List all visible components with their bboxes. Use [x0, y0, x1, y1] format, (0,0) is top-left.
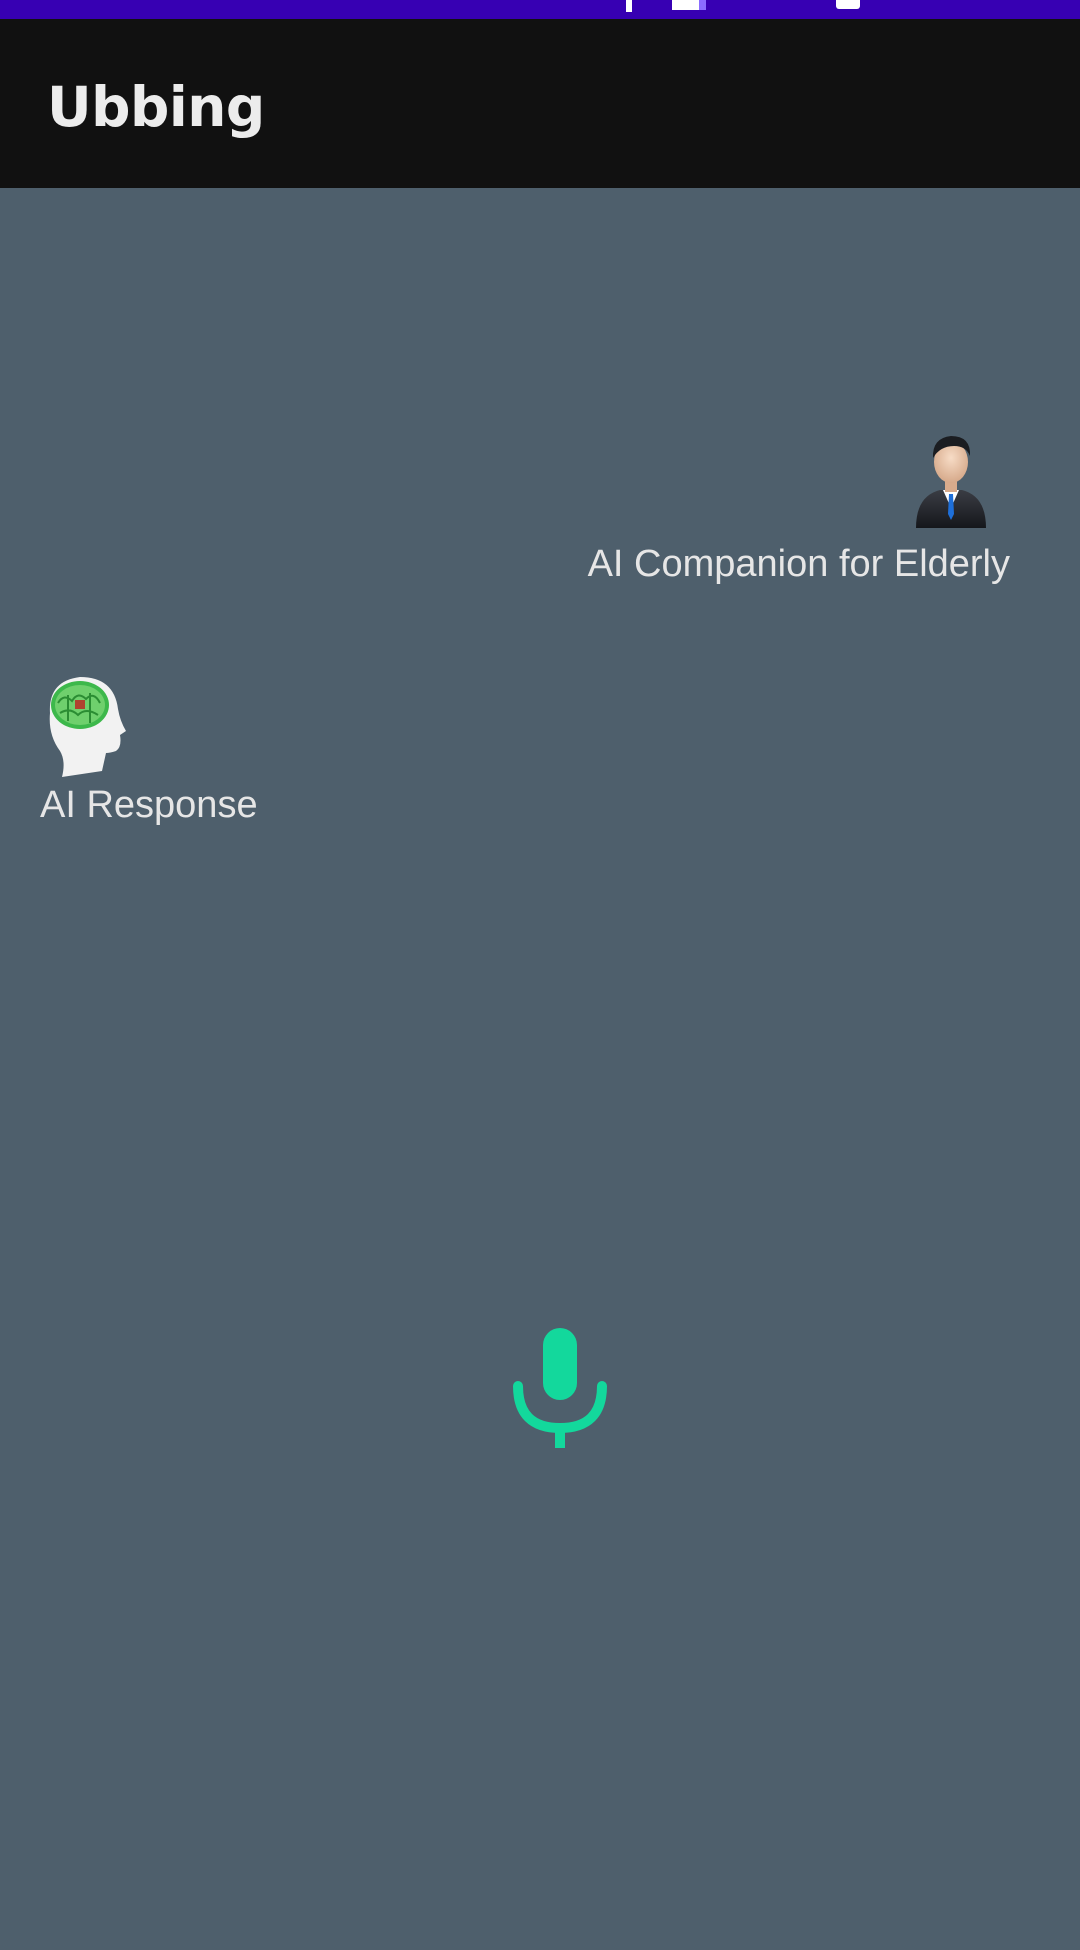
wifi-icon: [626, 0, 632, 12]
businessman-avatar-icon: [910, 428, 992, 528]
conversation-area: AI Companion for Elderly AI Response: [0, 188, 1080, 1950]
user-message: AI Companion for Elderly: [410, 428, 1010, 598]
status-icons: [626, 0, 860, 19]
signal-icon: [672, 0, 706, 10]
app-title: Ubbing: [47, 75, 265, 139]
app-screen: Ubbing AI Companion for Elderly AI Respo…: [0, 0, 1080, 1950]
microphone-button[interactable]: [510, 1328, 610, 1448]
ai-response-text: AI Response: [40, 784, 258, 826]
ai-brain-head-icon: [40, 673, 126, 777]
battery-icon: [836, 0, 860, 9]
ai-message: AI Response: [40, 673, 440, 843]
app-bar: Ubbing: [0, 19, 1080, 188]
status-bar: [0, 0, 1080, 19]
microphone-icon: [513, 1328, 607, 1448]
user-message-text: AI Companion for Elderly: [587, 543, 1010, 585]
